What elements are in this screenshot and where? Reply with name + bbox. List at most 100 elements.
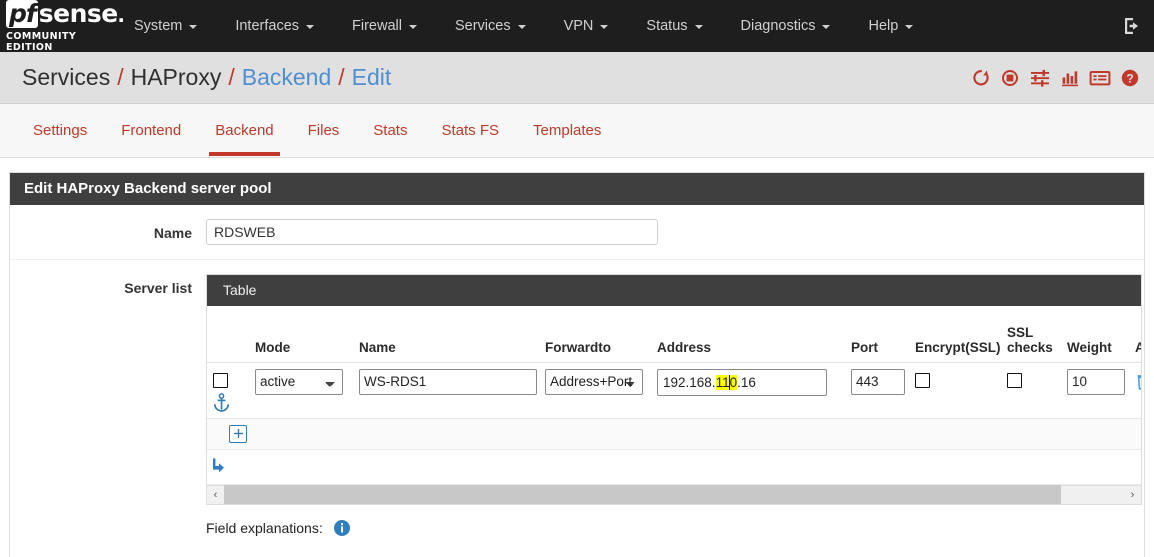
col-header-action: Action [1129, 306, 1141, 363]
navbar-menu: System Interfaces Firewall Services VPN … [115, 0, 932, 52]
row-select-checkbox[interactable] [213, 372, 228, 388]
plus-icon [233, 429, 243, 438]
nav-item-system-label: System [134, 18, 183, 34]
add-row-icon[interactable] [229, 424, 247, 443]
breadcrumb-bar: Services / HAProxy / Backend / Edit ? [0, 52, 1154, 104]
row-mode-select[interactable]: active [255, 368, 343, 395]
breadcrumb-haproxy: HAProxy [130, 64, 222, 90]
breadcrumb-action-icons: ? [971, 68, 1140, 88]
col-header-ssl-checks: SSL checks [1001, 306, 1061, 363]
panel-title: Edit HAProxy Backend server pool [10, 173, 1144, 205]
col-header-name: Name [353, 306, 539, 363]
chevron-down-icon [694, 24, 703, 29]
breadcrumb-separator: / [338, 64, 345, 90]
nav-item-diagnostics-label: Diagnostics [740, 18, 816, 34]
nav-item-interfaces-label: Interfaces [235, 18, 300, 34]
help-circle-icon[interactable]: ? [1120, 68, 1140, 88]
address-prefix-text: 192.168. [663, 374, 716, 390]
row-select-cell [207, 362, 249, 419]
table-row: active Address+Port [207, 362, 1141, 419]
add-row-row [207, 418, 1141, 450]
server-list-control-wrap: Table Mode Name Forwardto Address Port E… [206, 274, 1144, 553]
nav-item-diagnostics[interactable]: Diagnostics [722, 0, 850, 52]
brand-sense-text: sense [38, 0, 118, 28]
tab-templates[interactable]: Templates [516, 105, 618, 156]
panel-body: Name Server list Table [10, 205, 1144, 557]
tab-stats[interactable]: Stats [356, 105, 424, 156]
brand-pf-badge: pf [6, 0, 38, 28]
breadcrumb-backend[interactable]: Backend [242, 64, 332, 91]
add-row-cell [207, 418, 1141, 450]
col-header-select [207, 306, 249, 363]
scrollbar-track[interactable] [224, 485, 1124, 504]
row-weight-input[interactable] [1067, 368, 1125, 395]
row-encrypt-ssl-checkbox[interactable] [915, 372, 930, 388]
stop-service-icon[interactable] [1000, 68, 1020, 88]
row-encrypt-ssl-cell [909, 362, 1001, 419]
nav-item-interfaces[interactable]: Interfaces [216, 0, 333, 52]
row-forwardto-select[interactable]: Address+Port [545, 368, 643, 395]
scroll-left-button[interactable]: ‹ [207, 485, 224, 504]
row-port-input[interactable] [851, 368, 905, 395]
field-explanations-row: Field explanations: [206, 505, 1144, 553]
nav-item-help-label: Help [868, 18, 899, 34]
bar-chart-icon[interactable] [1060, 68, 1080, 88]
tab-backend[interactable]: Backend [198, 105, 290, 156]
info-circle-icon[interactable] [333, 519, 351, 537]
tab-templates-label: Templates [533, 122, 602, 139]
nav-item-help[interactable]: Help [849, 0, 932, 52]
col-header-encrypt-ssl: Encrypt(SSL) [909, 306, 1001, 363]
row-name-input[interactable] [359, 368, 537, 395]
logout-button[interactable] [1122, 0, 1142, 52]
server-list-label: Server list [124, 280, 192, 296]
row-address-input[interactable]: 192.168. 11 0.16 [657, 368, 827, 396]
server-table-title: Table [207, 275, 1141, 306]
svg-text:?: ? [1126, 71, 1133, 85]
anchor-icon[interactable] [213, 392, 230, 412]
chevron-down-icon [408, 24, 417, 29]
breadcrumb-edit[interactable]: Edit [352, 64, 392, 91]
level-down-icon[interactable] [209, 456, 228, 475]
server-table-header-row: Mode Name Forwardto Address Port Encrypt… [207, 306, 1141, 363]
row-weight-cell [1061, 362, 1129, 419]
sliders-icon[interactable] [1029, 68, 1051, 88]
nav-item-vpn-label: VPN [563, 18, 594, 34]
row-port-cell [845, 362, 909, 419]
nav-item-status-label: Status [646, 18, 688, 34]
log-table-icon[interactable] [1089, 68, 1111, 88]
nav-item-firewall-label: Firewall [352, 18, 402, 34]
pfsense-logo[interactable]: pf sense. COMMUNITY EDITION [0, 0, 125, 53]
name-input[interactable] [206, 219, 658, 245]
scroll-right-button[interactable]: › [1124, 485, 1141, 504]
restart-service-icon[interactable] [971, 68, 991, 88]
col-header-ssl-checks-line2: checks [1007, 339, 1053, 355]
nav-item-system[interactable]: System [115, 0, 216, 52]
row-mode-cell: active [249, 362, 353, 419]
sub-tab-bar: Settings Frontend Backend Files Stats St… [0, 104, 1154, 158]
server-table-scroll-viewport: Mode Name Forwardto Address Port Encrypt… [207, 306, 1141, 485]
table-horizontal-scrollbar[interactable]: ‹ › [207, 484, 1141, 504]
nav-item-firewall[interactable]: Firewall [333, 0, 436, 52]
brand-logo-row: pf sense. [6, 0, 125, 28]
row-address-cell: 192.168. 11 0.16 [651, 362, 845, 419]
tab-files-label: Files [307, 122, 340, 139]
row-forwardto-cell: Address+Port [539, 362, 651, 419]
nav-item-services-label: Services [454, 18, 511, 34]
tab-stats-fs[interactable]: Stats FS [424, 105, 516, 156]
breadcrumb-services: Services [22, 64, 111, 90]
address-selected-text: 11 [715, 374, 730, 390]
nav-item-vpn[interactable]: VPN [545, 0, 628, 52]
tab-files[interactable]: Files [291, 105, 357, 156]
tab-frontend[interactable]: Frontend [104, 105, 198, 156]
scrollbar-thumb[interactable] [224, 485, 1061, 504]
server-table-head: Mode Name Forwardto Address Port Encrypt… [207, 306, 1141, 363]
delete-row-icon[interactable] [1135, 372, 1141, 391]
tab-settings[interactable]: Settings [16, 105, 104, 156]
server-list-table-panel: Table Mode Name Forwardto Address Port E… [206, 274, 1142, 505]
nav-item-status[interactable]: Status [627, 0, 721, 52]
logout-icon [1125, 18, 1138, 34]
breadcrumb-separator: / [117, 64, 124, 90]
row-ssl-checks-checkbox[interactable] [1007, 372, 1022, 388]
nav-item-services[interactable]: Services [436, 0, 545, 52]
row-name-cell [353, 362, 539, 419]
